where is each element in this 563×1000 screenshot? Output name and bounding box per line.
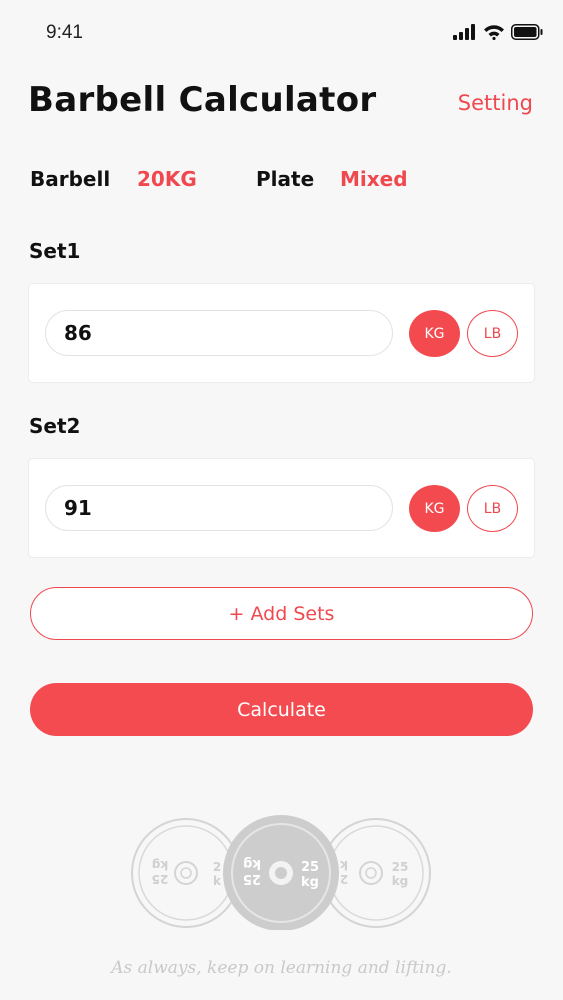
- plates-illustration: 25 kg 2 k 25 kg 2 k 25 kg 25 kg: [131, 815, 431, 930]
- set2-kg-button[interactable]: KG: [409, 485, 460, 532]
- cellular-signal-icon: [453, 24, 475, 40]
- center-plate-number-flipped: 25: [243, 871, 261, 886]
- calculate-button[interactable]: Calculate: [30, 683, 533, 736]
- barbell-value[interactable]: 20KG: [137, 167, 197, 191]
- left-plate-partial-number: 2: [213, 860, 221, 874]
- set1-weight-input[interactable]: [45, 310, 393, 356]
- set1-label: Set1: [29, 239, 81, 263]
- set2-lb-button[interactable]: LB: [467, 485, 518, 532]
- set2-label: Set2: [29, 414, 81, 438]
- setting-link[interactable]: Setting: [458, 91, 533, 115]
- set1-card: KG LB: [28, 283, 535, 383]
- battery-icon: [511, 24, 543, 40]
- status-bar: 9:41: [0, 0, 563, 66]
- left-plate-unit: kg: [152, 858, 169, 872]
- status-icons: [453, 24, 543, 40]
- plate-value[interactable]: Mixed: [340, 167, 408, 191]
- set2-card: KG LB: [28, 458, 535, 558]
- set2-weight-input[interactable]: [45, 485, 393, 531]
- plate-label: Plate: [256, 167, 315, 191]
- left-plate-partial-unit: k: [213, 874, 222, 888]
- footer-motto: As always, keep on learning and lifting.: [111, 958, 452, 978]
- center-plate: 25 kg 25 kg: [223, 815, 339, 930]
- center-plate-unit-flipped: kg: [243, 856, 261, 871]
- right-plate-partial-unit: k: [339, 858, 348, 872]
- right-plate-unit: kg: [392, 874, 409, 888]
- center-plate-unit: kg: [301, 875, 319, 890]
- status-time: 9:41: [46, 22, 83, 43]
- barbell-label: Barbell: [30, 167, 111, 191]
- right-plate-number: 25: [392, 860, 409, 874]
- add-sets-button[interactable]: + Add Sets: [30, 587, 533, 640]
- wifi-icon: [484, 25, 504, 40]
- page-title: Barbell Calculator: [28, 80, 377, 120]
- set1-lb-button[interactable]: LB: [467, 310, 518, 357]
- set1-kg-button[interactable]: KG: [409, 310, 460, 357]
- center-plate-number: 25: [301, 860, 319, 875]
- left-plate-number: 25: [152, 872, 169, 886]
- right-plate-partial-number: 2: [340, 872, 348, 886]
